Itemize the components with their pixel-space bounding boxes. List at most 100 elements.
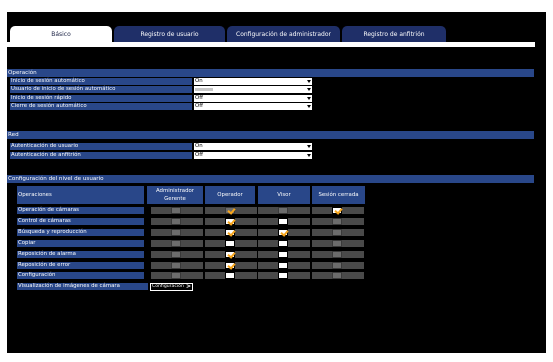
permission-cell-operador — [205, 218, 257, 225]
permission-row-label: Búsqueda y reproducción — [17, 229, 144, 236]
screen: Gestión de usuarios > Básico Básico Regi… — [0, 0, 553, 362]
select-value: On — [195, 78, 203, 84]
checkbox-sesion-cerrada — [332, 251, 342, 258]
permission-cell-visor — [258, 240, 310, 247]
page-title: Gestión de usuarios > Básico — [7, 5, 101, 13]
permission-row-label: Control de cámaras — [17, 218, 144, 225]
chevron-down-icon — [306, 95, 312, 102]
checkbox-visor — [278, 207, 288, 214]
permission-row-label: Copiar — [17, 240, 144, 247]
permission-cell-admin — [151, 251, 203, 258]
chevron-down-icon — [306, 143, 312, 150]
col-header-operador: Operador — [205, 186, 255, 204]
checkbox-visor[interactable] — [278, 272, 288, 279]
permission-cell-admin — [151, 207, 203, 214]
checkbox-operador[interactable] — [225, 229, 235, 236]
tab-bar: Básico Registro de usuario Configuración… — [5, 26, 535, 43]
select-value: Off — [195, 103, 203, 109]
select-value: Off — [195, 152, 203, 158]
checkbox-admin — [171, 272, 181, 279]
checkbox-visor[interactable] — [278, 262, 288, 269]
checkbox-operador[interactable] — [225, 272, 235, 279]
checkbox-visor[interactable] — [278, 229, 288, 236]
quick-login-select[interactable]: Off — [194, 95, 312, 102]
tab-registro-anfitrion[interactable]: Registro de anfitrión — [342, 26, 446, 43]
tab-basico[interactable]: Básico — [10, 26, 112, 43]
permission-cell-visor — [258, 262, 310, 269]
checkbox-admin — [171, 251, 181, 258]
permission-cell-admin — [151, 272, 203, 279]
field-label: Autenticación de usuario — [10, 143, 192, 150]
section-red-header: Red — [7, 131, 534, 139]
field-row-host-auth: Autenticación de anfitrión Off — [10, 152, 312, 159]
checkbox-admin — [171, 262, 181, 269]
permission-cell-sesion-cerrada — [312, 272, 364, 279]
checkbox-operador[interactable] — [225, 240, 235, 247]
col-header-sesion-cerrada: Sesión cerrada — [312, 186, 365, 204]
configuracion-button-label: Configuración — [152, 284, 184, 289]
checkbox-visor[interactable] — [278, 240, 288, 247]
permission-cell-sesion-cerrada — [312, 207, 364, 214]
col-header-visor: Visor — [258, 186, 310, 204]
field-label: Cierre de sesión automático — [10, 103, 192, 110]
checkbox-operador[interactable] — [225, 218, 235, 225]
permission-cell-sesion-cerrada — [312, 251, 364, 258]
permission-row-label: Reposición de error — [17, 262, 144, 269]
field-label: Usuario de inicio de sesión automático — [10, 86, 192, 93]
field-label: Inicio de sesión rápido — [10, 95, 192, 102]
field-row-auto-login: Inicio de sesión automático On — [10, 78, 312, 85]
user-auth-select[interactable]: On — [194, 143, 312, 150]
chevron-right-icon: > — [185, 283, 191, 290]
permission-cell-operador — [205, 207, 257, 214]
configuracion-button[interactable]: Configuración > — [150, 283, 193, 291]
checkbox-admin — [171, 229, 181, 236]
row-label-visualizacion: Visualización de imágenes de cámara — [17, 283, 148, 290]
checkbox-sesion-cerrada — [332, 262, 342, 269]
field-row-user-auth: Autenticación de usuario On — [10, 143, 312, 150]
checkbox-admin — [171, 207, 181, 214]
checkbox-admin — [171, 218, 181, 225]
permission-cell-visor — [258, 218, 310, 225]
permission-cell-admin — [151, 218, 203, 225]
tab-registro-usuario[interactable]: Registro de usuario — [114, 26, 225, 43]
checkbox-visor[interactable] — [278, 251, 288, 258]
checkbox-operador[interactable] — [225, 262, 235, 269]
obscured-value — [195, 88, 213, 91]
checkbox-operador — [225, 207, 235, 214]
permission-cell-visor — [258, 272, 310, 279]
checkbox-operador[interactable] — [225, 251, 235, 258]
auto-login-user-select[interactable] — [194, 86, 312, 93]
permission-cell-operador — [205, 272, 257, 279]
col-header-admin-line1: Administrador — [155, 188, 195, 194]
col-header-admin-line2: Gerente — [164, 195, 186, 202]
permission-cell-sesion-cerrada — [312, 262, 364, 269]
permission-cell-visor — [258, 207, 310, 214]
checkbox-sesion-cerrada — [332, 218, 342, 225]
field-row-quick-login: Inicio de sesión rápido Off — [10, 95, 312, 102]
auto-login-select[interactable]: On — [194, 78, 312, 85]
permission-cell-visor — [258, 229, 310, 236]
chevron-down-icon — [306, 86, 312, 93]
checkbox-admin — [171, 240, 181, 247]
section-nivel-header: Configuración del nivel de usuario — [7, 175, 534, 183]
field-label: Autenticación de anfitrión — [10, 152, 192, 159]
permission-row-label: Operación de cámaras — [17, 207, 144, 214]
checkbox-visor[interactable] — [278, 218, 288, 225]
tab-configuracion-administrador[interactable]: Configuración de administrador — [227, 26, 340, 43]
checkbox-sesion-cerrada — [332, 229, 342, 236]
permission-cell-operador — [205, 240, 257, 247]
col-header-administrador: Administrador Gerente — [147, 186, 203, 204]
permission-row-label: Configuración — [17, 272, 144, 279]
permission-cell-visor — [258, 251, 310, 258]
permission-cell-admin — [151, 229, 203, 236]
chevron-down-icon — [306, 103, 312, 110]
select-value: On — [195, 143, 203, 149]
permission-cell-operador — [205, 262, 257, 269]
checkbox-sesion-cerrada[interactable] — [332, 207, 342, 214]
permission-cell-sesion-cerrada — [312, 229, 364, 236]
host-auth-select[interactable]: Off — [194, 152, 312, 159]
chevron-down-icon — [306, 152, 312, 159]
auto-logout-select[interactable]: Off — [194, 103, 312, 110]
select-value: Off — [195, 95, 203, 101]
field-row-auto-logout: Cierre de sesión automático Off — [10, 103, 312, 110]
